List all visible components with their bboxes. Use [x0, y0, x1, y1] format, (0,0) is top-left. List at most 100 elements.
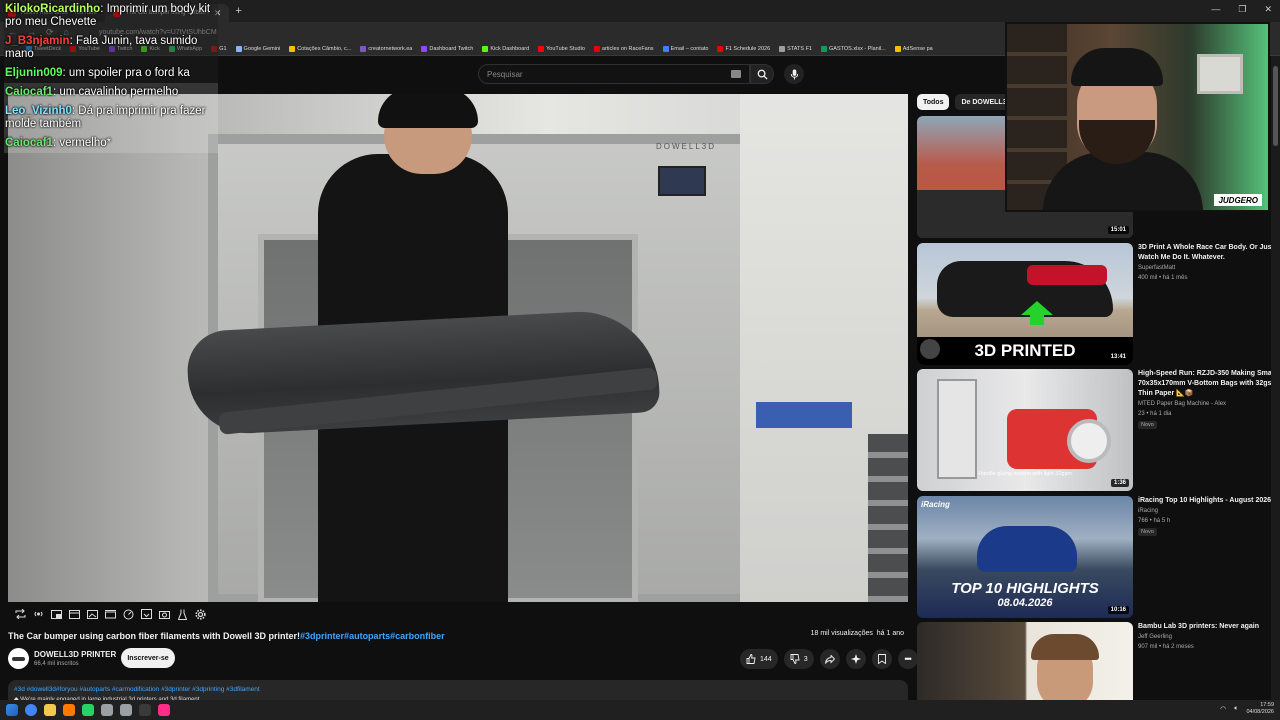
bookmark-item[interactable]: creatornetwork.ea [360, 45, 412, 52]
search-input[interactable]: Pesquisar [478, 64, 750, 84]
search-button[interactable] [750, 64, 774, 84]
ask-ai-button[interactable] [845, 649, 866, 669]
minimize-icon[interactable]: — [1211, 4, 1220, 15]
camera-icon[interactable] [158, 608, 170, 620]
race-car-livery [1027, 265, 1107, 285]
taskbar-app-icon[interactable] [120, 704, 132, 716]
recommendation-thumbnail[interactable]: iRacing TOP 10 HIGHLIGHTS 08.04.2026 10:… [917, 496, 1133, 618]
recommendation-card[interactable]: 3D PRINTED 13:41 3D Print A Whole Race C… [917, 243, 1277, 365]
voice-search-button[interactable] [784, 64, 804, 84]
bookmark-item[interactable]: YouTube Studio [538, 45, 585, 52]
share-icon [824, 654, 835, 664]
screen: Assisti mais tarde - YouTube The Car bum… [0, 0, 1280, 720]
creator-avatar [920, 339, 940, 359]
subscriber-count: 66,4 mil inscritos [34, 661, 79, 667]
chat-text: : vermelho* [52, 137, 112, 149]
download-icon[interactable] [140, 608, 152, 620]
bookmark-label: G1 [219, 45, 227, 52]
screenshot-icon[interactable] [86, 608, 98, 620]
channel-avatar[interactable] [8, 648, 29, 669]
recommendation-card[interactable]: Handle gluing section with light 32gsm 1… [917, 369, 1278, 491]
taskbar-app-icon[interactable] [101, 704, 113, 716]
bookmark-label: Dashboard Twitch [429, 45, 474, 52]
volume-icon[interactable]: 🔈︎ [1234, 705, 1238, 713]
bookmark-item[interactable]: Email – contato [662, 45, 709, 52]
recommendation-channel[interactable]: MTED Paper Bag Machine - Alex [1138, 401, 1226, 407]
paper-roll [1067, 419, 1111, 463]
bookmark-item[interactable]: AdSense pa [894, 45, 933, 52]
recommendation-title[interactable]: Bambu Lab 3D printers: Never again [1138, 622, 1278, 632]
bookmark-label: Email – contato [670, 45, 709, 52]
new-tab-icon[interactable]: + [235, 5, 241, 17]
video-player[interactable]: DOWELL3D [8, 94, 908, 602]
taskbar-app-icon[interactable] [82, 704, 94, 716]
recommendation-channel[interactable]: SuperfastMatt [1138, 265, 1175, 271]
more-actions-button[interactable]: ••• [897, 649, 918, 669]
system-tray: ◠ 🔈︎ 17:59 04/08/2026 [1220, 702, 1274, 716]
maximize-icon[interactable]: ❐ [1238, 4, 1246, 15]
recommendation-channel[interactable]: Jeff Geerling [1138, 634, 1172, 640]
share-button[interactable] [819, 649, 840, 669]
presenter-hair [378, 94, 478, 128]
clock-date: 04/08/2026 [1246, 709, 1274, 715]
bookmark-label: AdSense pa [902, 45, 933, 52]
clock-time: 17:59 [1260, 702, 1274, 708]
close-window-icon[interactable]: ✕ [1264, 4, 1272, 15]
bookmark-item[interactable]: Google Gemini [235, 45, 280, 52]
wifi-icon[interactable]: ◠ [1220, 705, 1226, 713]
chat-text: : um cavalinho permelho [52, 86, 179, 98]
taskbar-app-icon[interactable] [139, 704, 151, 716]
thumbnail-text: 3D PRINTED [974, 341, 1076, 360]
taskbar-app-icon[interactable] [44, 704, 56, 716]
search-placeholder: Pesquisar [487, 70, 523, 79]
recommendation-title[interactable]: High-Speed Run: RZJD-350 Making Small 70… [1138, 369, 1278, 399]
bookmark-item[interactable]: Cotações Câmbio, c... [289, 45, 351, 52]
page-scrollbar[interactable] [1271, 56, 1280, 700]
recommendation-thumbnail[interactable]: Handle gluing section with light 32gsm 1… [917, 369, 1133, 491]
taskbar-app-icon[interactable] [158, 704, 170, 716]
speed-icon[interactable] [122, 608, 134, 620]
system-clock[interactable]: 17:59 04/08/2026 [1246, 702, 1274, 716]
taskbar-app-icon[interactable] [63, 704, 75, 716]
gear-icon[interactable] [194, 608, 206, 620]
printer-screen [658, 166, 706, 196]
bookmark-item[interactable]: STATS F1 [779, 45, 812, 52]
recommendation-thumbnail[interactable]: 3D PRINTED 13:41 [917, 243, 1133, 365]
bookmark-item[interactable]: GASTOS.xlsx - Planil... [821, 45, 886, 52]
bookmark-item[interactable]: F1 Schedule 2026 [717, 45, 770, 52]
recommendation-channel[interactable]: iRacing [1138, 508, 1158, 514]
save-button[interactable] [871, 649, 892, 669]
bookmark-favicon-icon [538, 45, 545, 52]
clip-icon[interactable] [68, 608, 80, 620]
bookmark-item[interactable]: Dashboard Twitch [421, 45, 474, 52]
chat-message: J_B3njamin: Fala Junin, tava sumido mano [4, 32, 218, 64]
audio-icon[interactable] [32, 608, 44, 620]
chat-username: Caiocaf1 [5, 137, 53, 149]
windows-start-icon[interactable] [6, 704, 18, 716]
recommendation-title[interactable]: iRacing Top 10 Highlights - August 2026 [1138, 496, 1278, 506]
new-badge: Novo [1138, 528, 1157, 536]
like-button[interactable]: 144 [740, 649, 778, 669]
theater-icon[interactable] [104, 608, 116, 620]
bookmark-item[interactable]: articles on RaceFans [593, 45, 654, 52]
recommendation-card[interactable]: iRacing TOP 10 HIGHLIGHTS 08.04.2026 10:… [917, 496, 1277, 618]
recommendation-title[interactable]: 3D Print A Whole Race Car Body. Or Just … [1138, 243, 1278, 263]
scrollbar-thumb[interactable] [1273, 66, 1278, 146]
dislike-button[interactable]: 3 [783, 649, 814, 669]
video-duration: 13:41 [1107, 353, 1129, 361]
description-tags[interactable]: #3d #dowell3d#foryou #autoparts #carmodi… [14, 686, 902, 693]
flask-icon[interactable] [176, 608, 188, 620]
bookmark-item[interactable]: Kick Dashboard [482, 45, 529, 52]
miniplayer-icon[interactable] [50, 608, 62, 620]
taskbar-app-icon[interactable] [25, 704, 37, 716]
channel-name[interactable]: DOWELL3D PRINTER [34, 650, 116, 659]
recommendation-meta: 400 mil • há 1 mês [1138, 275, 1188, 281]
bookmark-favicon-icon [662, 45, 669, 52]
bookmark-favicon-icon [779, 45, 786, 52]
loop-icon[interactable] [14, 608, 26, 620]
chip-all[interactable]: Todos [917, 94, 950, 110]
subscribe-button[interactable]: Inscrever-se [121, 648, 175, 668]
video-title-tags[interactable]: #3dprinter#autoparts#carbonfiber [300, 631, 445, 641]
thumbs-up-icon [746, 654, 756, 664]
keyboard-icon[interactable] [731, 70, 741, 78]
